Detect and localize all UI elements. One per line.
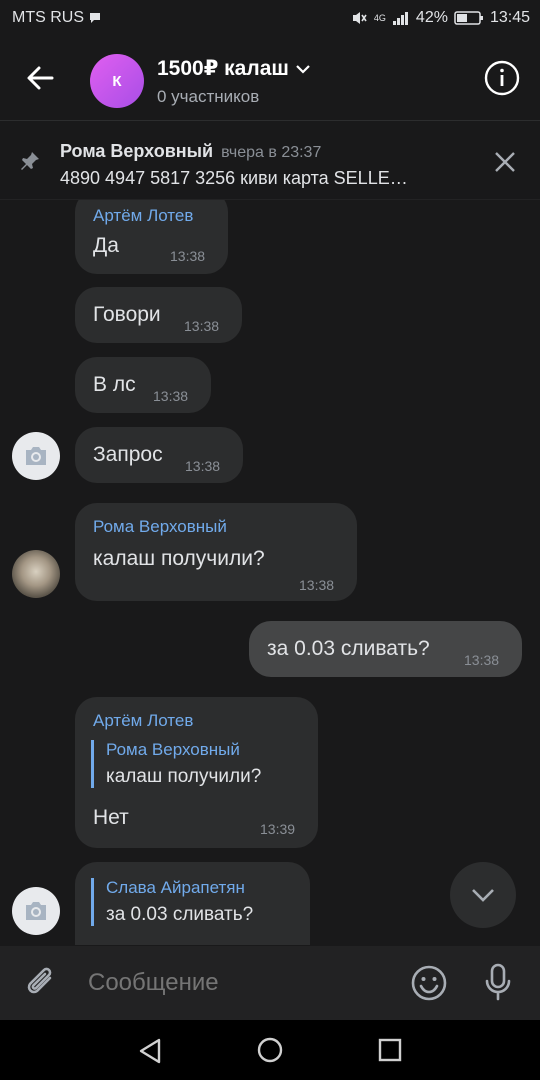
carrier-label: MTS RUS — [12, 9, 84, 26]
mic-icon — [485, 963, 511, 1001]
message-time: 13:38 — [170, 248, 206, 264]
message-text: Запрос — [93, 443, 163, 466]
message-author: Рома Верховный — [93, 517, 227, 536]
message-author: Артём Лотев — [93, 711, 194, 730]
attach-button[interactable] — [24, 964, 60, 1007]
close-icon — [495, 152, 515, 172]
chevron-down-icon — [472, 889, 494, 902]
message-bubble[interactable]: Рома Верховный калаш получили? 13:38 — [75, 503, 357, 601]
reply-text: за 0.03 сливать? — [106, 904, 254, 925]
camera-icon — [26, 447, 46, 465]
status-bar: MTS RUS 4G 42% 13:45 — [0, 0, 540, 36]
message-feed[interactable]: Артём Лотев Да 13:38 Говори 13:38 В лс 1… — [0, 200, 540, 945]
clock-label: 13:45 — [489, 9, 530, 26]
message-time: 13:39 — [260, 821, 296, 837]
signal-icon — [392, 12, 408, 25]
message-time: 13:38 — [185, 458, 221, 474]
chat-avatar[interactable]: К — [90, 54, 144, 108]
reply-text: калаш получили? — [106, 766, 262, 787]
scroll-down-button[interactable] — [450, 862, 516, 928]
chevron-down-icon — [296, 64, 310, 74]
message-text: калаш получили? — [93, 547, 265, 570]
pin-icon — [21, 152, 39, 170]
chat-title[interactable]: 1500₽ калаш — [157, 56, 311, 81]
sender-avatar[interactable] — [12, 432, 60, 480]
chat-title-text: 1500₽ калаш — [157, 57, 289, 80]
pinned-author: Рома Верховный вчера в 23:37 — [60, 141, 321, 162]
sender-avatar[interactable] — [12, 887, 60, 935]
triangle-back-icon — [139, 1038, 161, 1064]
square-recents-icon — [378, 1038, 402, 1062]
info-button[interactable] — [484, 60, 520, 96]
message-text: Нет — [93, 806, 129, 829]
reply-quote[interactable]: Слава Айрапетян за 0.03 сливать? — [91, 878, 253, 926]
message-time: 13:38 — [464, 652, 500, 668]
nav-back-button[interactable] — [138, 1038, 162, 1069]
message-text: В лс — [93, 373, 136, 396]
status-left: MTS RUS — [12, 9, 102, 27]
reply-author: Слава Айрапетян — [106, 878, 245, 897]
nav-recents-button[interactable] — [378, 1038, 402, 1067]
battery-label: 42% — [415, 9, 448, 26]
message-text: за 0.03 сливать? — [267, 637, 430, 660]
info-icon — [484, 60, 520, 96]
system-nav-bar — [0, 1020, 540, 1080]
back-arrow-icon — [27, 66, 54, 90]
reply-author: Рома Верховный — [106, 740, 240, 759]
chat-avatar-letter: К — [112, 72, 122, 90]
emoji-icon — [411, 965, 447, 1001]
nav-home-button[interactable] — [257, 1037, 283, 1068]
battery-icon — [454, 11, 483, 25]
paperclip-icon — [27, 967, 52, 994]
status-right: 4G 42% 13:45 — [350, 9, 530, 27]
message-bubble[interactable]: Артём Лотев Да 13:38 — [75, 200, 228, 274]
message-time: 13:38 — [153, 388, 189, 404]
message-bubble[interactable]: Говори 13:38 — [75, 287, 242, 343]
message-text: Говори — [93, 303, 161, 326]
unpin-button[interactable] — [494, 151, 516, 178]
outgoing-message-bubble[interactable]: за 0.03 сливать? 13:38 — [249, 621, 522, 677]
chat-bubble-icon — [90, 13, 100, 23]
message-bubble[interactable]: Артём Лотев Рома Верховный калаш получил… — [75, 697, 318, 848]
message-time: 13:38 — [184, 318, 220, 334]
chat-members-count: 0 участников — [157, 87, 260, 106]
emoji-button[interactable] — [410, 964, 448, 1007]
voice-message-button[interactable] — [482, 962, 514, 1007]
pinned-message[interactable]: Рома Верховный вчера в 23:37 4890 4947 58… — [0, 121, 540, 200]
pinned-author-name: Рома Верховный — [60, 141, 214, 161]
pinned-time: вчера в 23:37 — [221, 144, 322, 161]
back-button[interactable] — [24, 62, 60, 94]
chat-header: К 1500₽ калаш 0 участников — [0, 36, 540, 120]
message-input[interactable] — [86, 968, 390, 998]
pinned-text: 4890 4947 5817 3256 киви карта SELLE… — [60, 168, 408, 188]
camera-icon — [26, 902, 46, 920]
message-bubble[interactable]: В лс 13:38 — [75, 357, 211, 413]
message-bubble[interactable]: Запрос 13:38 — [75, 427, 243, 483]
message-author: Артём Лотев — [93, 206, 194, 225]
message-text: Да — [93, 234, 119, 257]
message-bubble[interactable]: Слава Айрапетян за 0.03 сливать? — [75, 862, 310, 945]
circle-home-icon — [257, 1037, 283, 1063]
message-time: 13:38 — [299, 577, 335, 593]
network-label: 4G — [373, 13, 386, 23]
message-composer — [0, 946, 540, 1020]
mute-icon — [352, 12, 367, 24]
sender-avatar[interactable] — [12, 550, 60, 598]
reply-quote[interactable]: Рома Верховный калаш получили? — [91, 740, 261, 788]
